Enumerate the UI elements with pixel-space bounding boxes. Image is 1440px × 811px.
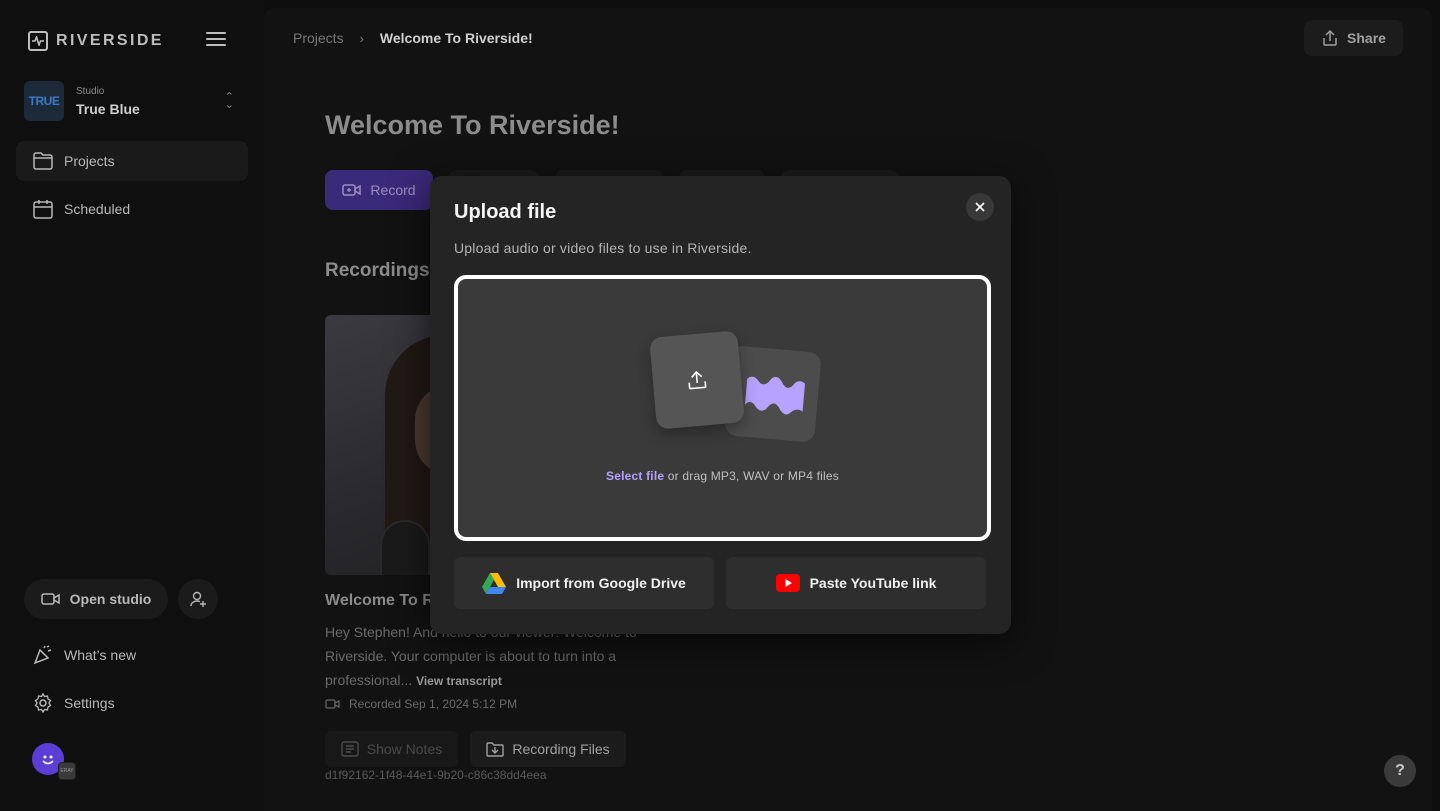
breadcrumb-projects[interactable]: Projects: [293, 30, 344, 46]
sidebar-item-label: Scheduled: [64, 201, 131, 217]
upload-file-modal: Upload file Upload audio or video files …: [430, 176, 1011, 634]
recording-id: d1f92162-1f48-44e1-9b20-c86c38dd4eea: [325, 768, 547, 782]
settings-label: Settings: [64, 695, 115, 711]
import-google-drive-button[interactable]: Import from Google Drive: [454, 557, 714, 609]
chevron-updown-icon: ⌃ ⌄: [224, 91, 234, 111]
youtube-label: Paste YouTube link: [809, 575, 937, 591]
record-button[interactable]: Record: [325, 170, 433, 210]
party-popper-icon: [33, 645, 52, 665]
add-user-icon: [190, 591, 206, 607]
sidebar-item-projects[interactable]: Projects: [16, 141, 248, 181]
open-studio-label: Open studio: [69, 591, 152, 607]
open-studio-button[interactable]: Open studio: [24, 579, 168, 619]
studio-label: Studio: [76, 85, 105, 97]
brand-name: RIVERSIDE: [56, 32, 164, 49]
studio-badge: ERAY: [58, 762, 76, 780]
calendar-icon: [33, 200, 53, 219]
video-camera-icon: [40, 593, 60, 605]
recording-files-button[interactable]: Recording Files: [470, 731, 626, 767]
menu-icon[interactable]: [206, 32, 226, 48]
recording-files-label: Recording Files: [512, 741, 610, 757]
share-label: Share: [1347, 30, 1386, 46]
breadcrumb-current: Welcome To Riverside!: [379, 30, 533, 46]
studio-badge-text: ERAY: [60, 768, 74, 774]
google-drive-icon: [482, 573, 507, 594]
google-drive-label: Import from Google Drive: [516, 575, 686, 591]
help-button[interactable]: ?: [1384, 755, 1416, 787]
studio-name: True Blue: [76, 100, 140, 117]
close-icon: [975, 202, 985, 212]
download-folder-icon: [486, 742, 505, 757]
folder-icon: [33, 152, 53, 170]
recording-meta: Recorded Sep 1, 2024 5:12 PM: [325, 697, 517, 711]
waveform-logo-icon: [28, 31, 48, 51]
sidebar-item-scheduled[interactable]: Scheduled: [16, 189, 248, 229]
smiley-icon: [42, 755, 54, 765]
view-transcript-link[interactable]: View transcript: [416, 674, 502, 688]
share-icon: [1323, 29, 1337, 46]
upload-icon: [688, 370, 707, 390]
notes-icon: [341, 741, 359, 757]
studio-thumbnail: TRUE: [24, 81, 64, 121]
page-title: Welcome To Riverside!: [325, 110, 620, 140]
recordings-section-title: Recordings: [325, 260, 430, 281]
record-icon: [342, 184, 362, 196]
paste-youtube-link-button[interactable]: Paste YouTube link: [726, 557, 986, 609]
show-notes-label: Show Notes: [366, 741, 443, 757]
file-dropzone[interactable]: Select file or drag MP3, WAV or MP4 file…: [454, 275, 991, 541]
video-camera-icon: [325, 699, 340, 709]
upload-card: [649, 330, 745, 430]
show-notes-button[interactable]: Show Notes: [325, 731, 458, 767]
sidebar-item-label: Projects: [64, 153, 115, 169]
riverside-logo[interactable]: RIVERSIDE: [28, 31, 164, 51]
studio-switcher[interactable]: TRUE Studio True Blue ⌃ ⌄: [24, 81, 240, 121]
gear-icon: [34, 692, 52, 714]
close-button[interactable]: [966, 193, 994, 221]
sidebar-item-settings[interactable]: Settings: [16, 683, 248, 723]
share-button[interactable]: Share: [1304, 20, 1403, 56]
sidebar: RIVERSIDE TRUE Studio True Blue ⌃ ⌄ Proje…: [0, 0, 264, 811]
modal-subtitle: Upload audio or video files to use in Ri…: [454, 240, 752, 256]
record-label: Record: [370, 182, 416, 198]
dropzone-instructions: Select file or drag MP3, WAV or MP4 file…: [458, 469, 987, 483]
youtube-icon: [775, 574, 800, 592]
recorded-date: Recorded Sep 1, 2024 5:12 PM: [349, 697, 518, 711]
breadcrumb: Projects › Welcome To Riverside!: [293, 30, 533, 46]
sidebar-item-whats-new[interactable]: What’s new: [16, 635, 248, 675]
microphone-image: [380, 520, 430, 575]
select-file-link[interactable]: Select file: [606, 469, 664, 483]
add-member-button[interactable]: [178, 579, 218, 619]
chevron-right-icon: ›: [359, 30, 364, 46]
whats-new-label: What’s new: [64, 647, 137, 663]
modal-title: Upload file: [454, 201, 557, 223]
drag-text: or drag MP3, WAV or MP4 files: [664, 469, 839, 483]
